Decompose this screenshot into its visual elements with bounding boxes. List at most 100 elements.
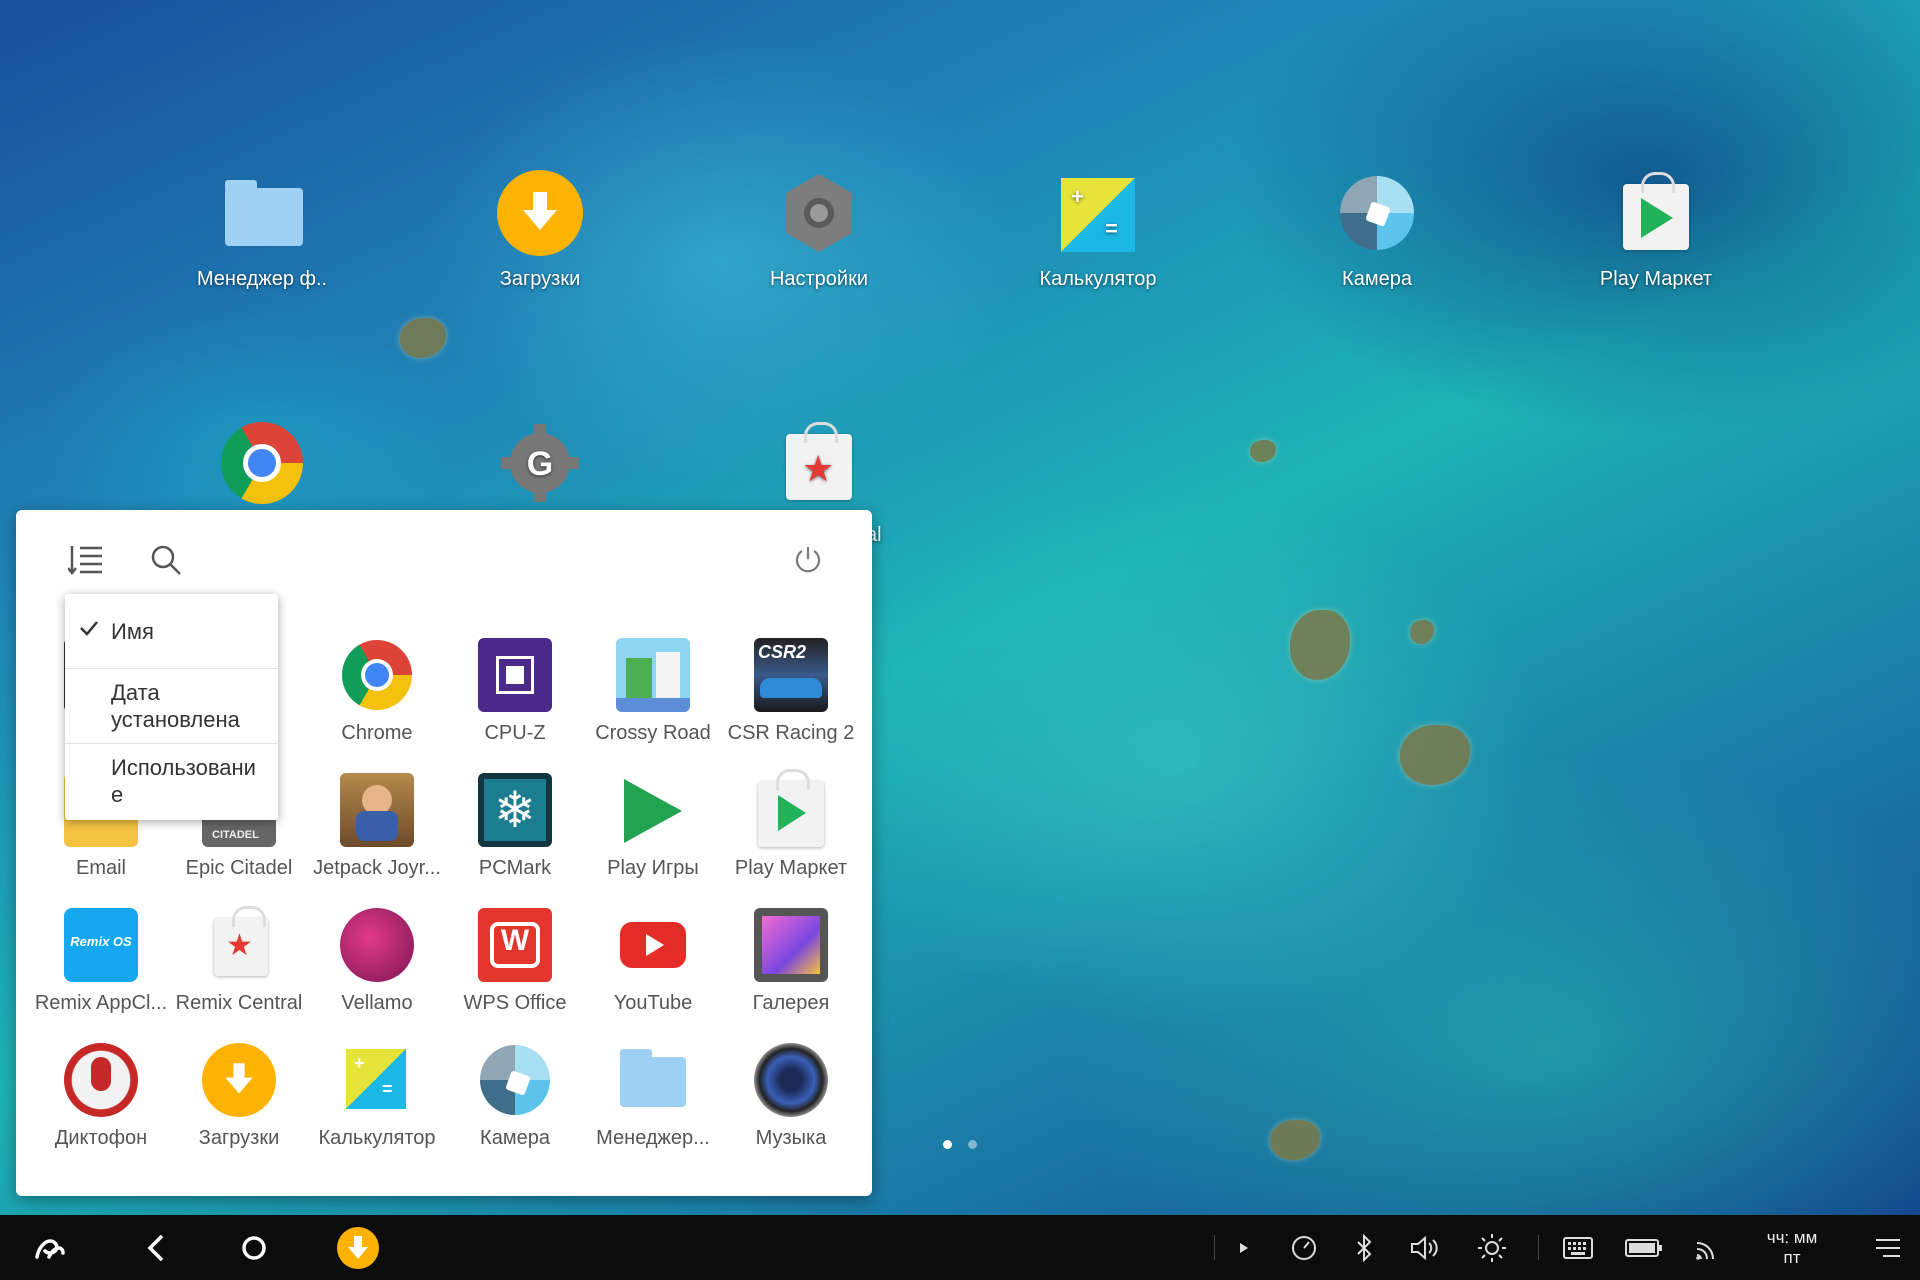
tray-speedometer[interactable] (1280, 1215, 1328, 1280)
app-file-manager[interactable]: Менеджер... (584, 1043, 722, 1150)
app-play-games[interactable]: Play Игры (584, 773, 722, 880)
citadel-badge: CITADEL (212, 829, 259, 841)
app-chrome[interactable]: Chrome (308, 638, 446, 745)
calculator-icon: + = (1055, 170, 1141, 256)
app-label: Play Игры (607, 857, 699, 879)
back-icon (147, 1234, 164, 1261)
wallpaper-island (1290, 610, 1350, 680)
app-camera[interactable]: Камера (446, 1043, 584, 1150)
app-label: Epic Citadel (185, 857, 293, 879)
taskbar-separator (1214, 1235, 1215, 1260)
sort-dropdown-menu: Имя Дата установлена Использовани е (65, 594, 278, 820)
app-calculator[interactable]: + = Калькулятор (308, 1043, 446, 1150)
music-icon (754, 1043, 828, 1117)
sort-option-usage[interactable]: Использовани е (65, 743, 278, 821)
app-youtube[interactable]: YouTube (584, 908, 722, 1015)
search-button[interactable] (142, 536, 190, 584)
app-label: PCMark (478, 857, 552, 879)
app-play-store[interactable]: Play Маркет (722, 769, 860, 880)
start-button[interactable] (14, 1215, 86, 1280)
tray-brightness[interactable] (1468, 1215, 1516, 1280)
sort-option-install-date[interactable]: Дата установлена (65, 668, 278, 744)
clock[interactable]: чч: мм пт (1748, 1215, 1836, 1280)
tray-battery[interactable] (1616, 1215, 1672, 1280)
app-remix-central[interactable]: ★ Remix Central (170, 906, 308, 1015)
battery-icon (1625, 1238, 1662, 1257)
sort-option-name[interactable]: Имя (65, 594, 278, 668)
app-pcmark[interactable]: ❄ PCMark (446, 773, 584, 880)
home-button[interactable] (218, 1215, 290, 1280)
tray-expand-button[interactable] (1222, 1215, 1266, 1280)
app-remix-appcenter[interactable]: Remix OS Remix AppCl... (32, 908, 170, 1015)
app-crossy-road[interactable]: Crossy Road (584, 638, 722, 745)
cpu-z-icon (478, 638, 552, 712)
desktop-icon-calculator[interactable]: + = Калькулятор (998, 170, 1198, 291)
tray-keyboard[interactable] (1552, 1215, 1604, 1280)
sort-button[interactable] (62, 536, 110, 584)
folder-icon (219, 170, 305, 256)
tray-volume[interactable] (1400, 1215, 1448, 1280)
app-cpu-z[interactable]: CPU-Z (446, 638, 584, 745)
desktop-icon-chrome[interactable] (162, 420, 362, 518)
page-indicator-dot[interactable] (968, 1140, 977, 1149)
app-label: Remix Central (175, 992, 303, 1014)
remix-badge: Remix OS (70, 934, 132, 949)
desktop-icon-google-settings[interactable]: G (440, 420, 640, 518)
wallpaper-island (400, 318, 446, 358)
app-label: CPU-Z (484, 722, 546, 744)
speedometer-icon (1292, 1235, 1316, 1260)
settings-gear-icon (776, 170, 862, 256)
desktop-icon-label: Настройки (769, 268, 869, 290)
wallpaper-island (1270, 1120, 1320, 1160)
camera-icon (478, 1043, 552, 1117)
app-recorder[interactable]: Диктофон (32, 1043, 170, 1150)
app-label: Загрузки (198, 1127, 280, 1149)
app-label: Remix AppCl... (34, 992, 168, 1014)
app-label: Галерея (752, 992, 830, 1014)
app-jetpack-joyride[interactable]: Jetpack Joyr... (308, 773, 446, 880)
taskbar-separator (1538, 1235, 1539, 1260)
youtube-icon (616, 908, 690, 982)
remix-appcenter-icon: Remix OS (64, 908, 138, 982)
back-button[interactable] (120, 1215, 192, 1280)
download-icon (497, 170, 583, 256)
desktop-icon-remix-central[interactable]: ★ (719, 420, 919, 518)
home-circle-icon (242, 1235, 266, 1260)
app-downloads[interactable]: Загрузки (170, 1043, 308, 1150)
app-vellamo[interactable]: Vellamo (308, 908, 446, 1015)
chrome-icon (219, 420, 305, 506)
page-indicator-dot-active[interactable] (943, 1140, 952, 1149)
sort-option-label: Использовани е (111, 755, 256, 807)
svg-text:G: G (527, 445, 553, 483)
desktop-icon-downloads[interactable]: Загрузки (440, 170, 640, 291)
tray-bluetooth[interactable] (1340, 1215, 1388, 1280)
app-label: Менеджер... (596, 1127, 710, 1149)
menu-lines-icon (1876, 1238, 1900, 1257)
app-label: Калькулятор (318, 1127, 436, 1149)
volume-icon (1411, 1235, 1438, 1260)
play-store-icon (754, 769, 828, 847)
app-wps-office[interactable]: W WPS Office (446, 908, 584, 1015)
pcmark-icon: ❄ (478, 773, 552, 847)
taskbar-app-downloads[interactable] (320, 1215, 396, 1280)
desktop-icon-label: Камера (1342, 268, 1412, 290)
desktop-icon-settings[interactable]: Настройки (719, 170, 919, 291)
app-label: Камера (480, 1127, 550, 1149)
search-icon (151, 545, 181, 575)
clock-time: чч: мм (1766, 1227, 1818, 1247)
clock-day: пт (1783, 1247, 1801, 1267)
desktop-icon-label: Менеджер ф.. (196, 268, 328, 290)
recorder-icon (64, 1043, 138, 1117)
app-music[interactable]: Музыка (722, 1043, 860, 1150)
app-label: YouTube (613, 992, 693, 1014)
app-label: CSR Racing 2 (727, 722, 855, 744)
desktop-icon-camera[interactable]: Камера (1277, 170, 1477, 291)
app-label: Crossy Road (595, 722, 711, 744)
app-gallery[interactable]: Галерея (722, 908, 860, 1015)
power-button[interactable] (784, 536, 832, 584)
app-csr-racing[interactable]: CSR2 CSR Racing 2 (722, 638, 860, 745)
tray-cast[interactable] (1684, 1215, 1732, 1280)
desktop-icon-play-store[interactable]: Play Маркет (1556, 170, 1756, 291)
notification-center-button[interactable] (1862, 1215, 1914, 1280)
desktop-icon-file-manager[interactable]: Менеджер ф.. (162, 170, 362, 291)
